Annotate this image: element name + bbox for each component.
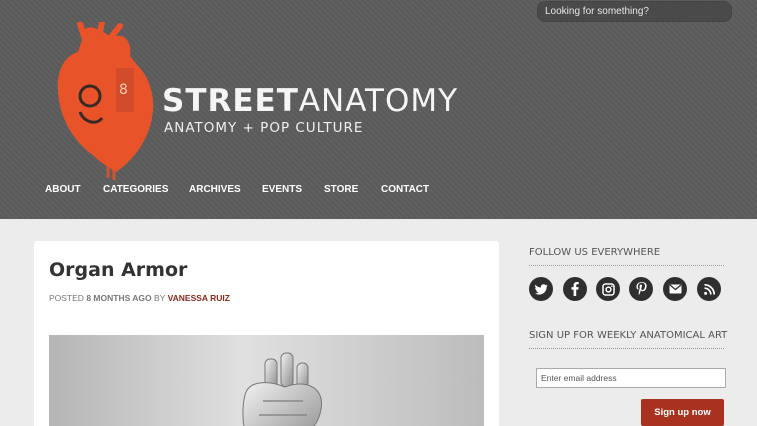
site-title-light: ANATOMY	[298, 83, 459, 119]
pinterest-icon[interactable]	[629, 277, 653, 301]
post-author-link[interactable]: VANESSA RUIZ	[168, 293, 230, 303]
post-featured-image[interactable]	[49, 335, 484, 426]
site-header: 8 STREETANATOMY ANATOMY + POP CULTURE AB…	[0, 0, 757, 219]
post-card: Organ Armor POSTED 8 MONTHS AGO BY VANES…	[34, 241, 499, 426]
post-age: 8 MONTHS AGO	[86, 293, 152, 303]
nav-item-store[interactable]: STORE	[324, 184, 358, 195]
nav-item-categories[interactable]: CATEGORIES	[103, 184, 168, 195]
signup-heading: SIGN UP FOR WEEKLY ANATOMICAL ART	[529, 330, 728, 341]
site-title-bold: STREET	[162, 83, 299, 119]
by-label: BY	[154, 293, 166, 303]
nav-item-archives[interactable]: ARCHIVES	[189, 184, 241, 195]
post-meta: POSTED 8 MONTHS AGO BY VANESSA RUIZ	[49, 293, 230, 303]
nav-item-about[interactable]: ABOUT	[45, 184, 81, 195]
follow-heading: FOLLOW US EVERYWHERE	[529, 247, 661, 258]
facebook-icon[interactable]	[563, 277, 587, 301]
armored-heart-image	[49, 335, 484, 426]
twitter-icon[interactable]	[529, 277, 553, 301]
signup-divider	[529, 348, 724, 349]
posted-label: POSTED	[49, 293, 84, 303]
heart-logo-icon[interactable]: 8	[50, 22, 160, 182]
follow-divider	[529, 265, 724, 266]
nav-item-events[interactable]: EVENTS	[262, 184, 302, 195]
svg-text:8: 8	[119, 82, 128, 98]
instagram-icon[interactable]	[596, 277, 620, 301]
site-tagline: ANATOMY + POP CULTURE	[164, 120, 364, 136]
search-input[interactable]	[537, 1, 732, 22]
email-icon[interactable]	[663, 277, 687, 301]
signup-button[interactable]: Sign up now	[641, 399, 724, 426]
post-title[interactable]: Organ Armor	[49, 259, 187, 281]
nav-item-contact[interactable]: CONTACT	[381, 184, 429, 195]
email-field[interactable]	[536, 368, 726, 388]
site-title[interactable]: STREETANATOMY	[162, 84, 458, 118]
rss-icon[interactable]	[697, 277, 721, 301]
